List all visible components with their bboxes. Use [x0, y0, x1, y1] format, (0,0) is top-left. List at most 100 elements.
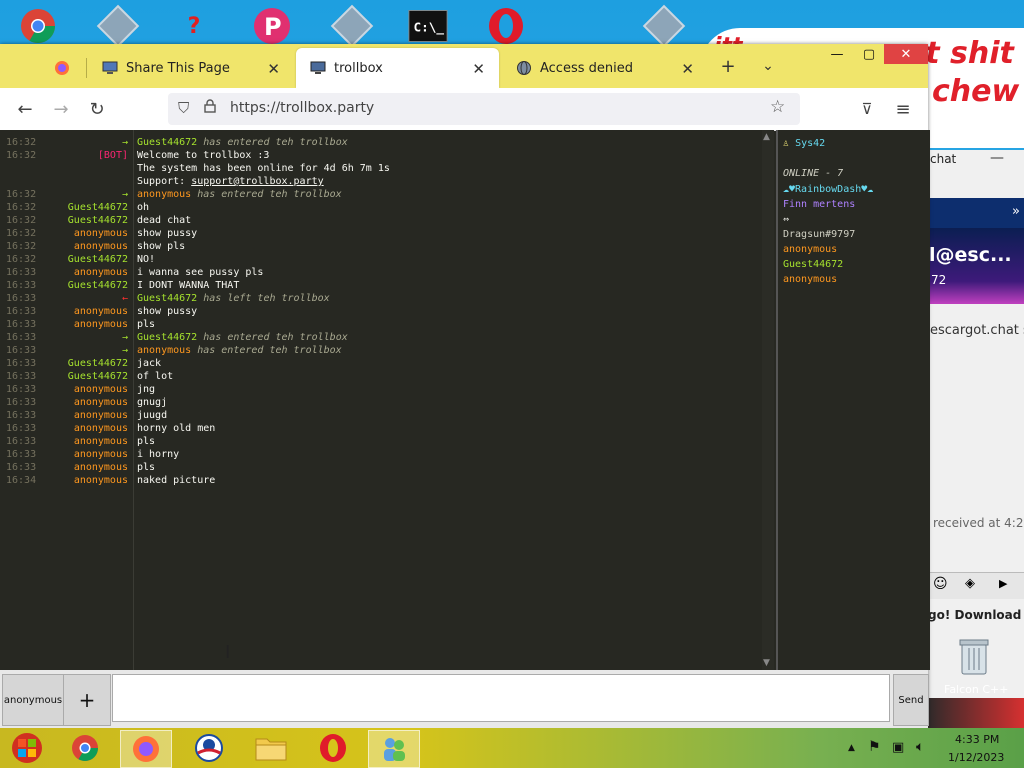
- command-prompt-icon[interactable]: C:\_: [408, 6, 448, 46]
- nickname-button[interactable]: anonymous: [2, 674, 64, 726]
- message-nick[interactable]: Guest44672: [0, 357, 128, 370]
- event-user[interactable]: anonymous: [137, 189, 191, 200]
- shortcut-icon[interactable]: [96, 4, 140, 48]
- chat-message: 16:33 → anonymous has entered teh trollbox: [0, 344, 760, 357]
- message-nick[interactable]: Guest44672: [0, 253, 128, 266]
- message-nick[interactable]: anonymous: [0, 396, 128, 409]
- message-nick[interactable]: Guest44672: [0, 279, 128, 292]
- user-list-item[interactable]: Guest44672: [783, 259, 843, 270]
- message-nick[interactable]: →: [0, 344, 128, 357]
- message-nick[interactable]: anonymous: [0, 474, 128, 487]
- minimize-button[interactable]: —: [820, 44, 854, 64]
- reload-button[interactable]: ↻: [84, 96, 110, 122]
- user-list-item[interactable]: Finn mertens: [783, 199, 855, 210]
- message-nick[interactable]: anonymous: [0, 435, 128, 448]
- p-app-icon[interactable]: P: [252, 6, 292, 46]
- scroll-down-icon[interactable]: ▼: [763, 658, 770, 668]
- menu-icon[interactable]: ≡: [890, 96, 916, 122]
- event-user[interactable]: anonymous: [137, 345, 191, 356]
- message-nick[interactable]: →: [0, 136, 128, 149]
- message-input[interactable]: [112, 674, 890, 722]
- close-icon[interactable]: ✕: [267, 60, 280, 78]
- minimize-icon[interactable]: —: [990, 150, 1004, 166]
- bookmark-star-icon[interactable]: ☆: [770, 97, 785, 117]
- message-nick[interactable]: anonymous: [0, 318, 128, 331]
- message-nick[interactable]: anonymous: [0, 227, 128, 240]
- message-nick[interactable]: [BOT]: [0, 149, 128, 162]
- tab-firefox-home[interactable]: [40, 48, 80, 88]
- scroll-up-icon[interactable]: ▲: [763, 132, 770, 142]
- shortcut-icon[interactable]: [330, 4, 374, 48]
- file-explorer-icon[interactable]: [246, 730, 296, 766]
- message-nick[interactable]: anonymous: [0, 409, 128, 422]
- arrow-right-icon[interactable]: ▶: [999, 577, 1007, 590]
- maximize-button[interactable]: ▢: [854, 44, 884, 64]
- url-bar[interactable]: ⛉ https://trollbox.party ☆: [168, 93, 800, 125]
- message-nick[interactable]: anonymous: [0, 305, 128, 318]
- start-button[interactable]: [2, 730, 52, 766]
- emoji-icon[interactable]: ☺: [933, 576, 948, 592]
- messenger-taskbar-icon[interactable]: [368, 730, 420, 768]
- user-list-item[interactable]: ☁♥RainbowDash♥☁: [783, 184, 873, 195]
- message-nick[interactable]: Guest44672: [0, 214, 128, 227]
- message-body: horny old men: [137, 423, 216, 434]
- background-text: received at 4:29: [933, 516, 1024, 530]
- event-user[interactable]: Guest44672: [137, 137, 197, 148]
- message-nick[interactable]: anonymous: [0, 461, 128, 474]
- recycle-bin-icon[interactable]: [958, 636, 990, 676]
- opera-icon[interactable]: [486, 6, 526, 46]
- shield-icon[interactable]: ⛉: [178, 99, 189, 117]
- flag-icon[interactable]: ⚑: [868, 739, 881, 755]
- event-user[interactable]: Guest44672: [137, 332, 197, 343]
- tab-share-this-page[interactable]: Share This Page ✕: [88, 48, 294, 88]
- list-tabs-button[interactable]: ⌄: [754, 52, 782, 80]
- close-icon[interactable]: ✕: [472, 60, 485, 78]
- help-icon[interactable]: ?: [174, 6, 214, 46]
- add-button[interactable]: +: [63, 674, 111, 726]
- back-button[interactable]: ←: [12, 96, 38, 122]
- clock-date[interactable]: 1/12/2023: [948, 751, 1004, 764]
- hero-subtext: 72: [931, 273, 947, 287]
- message-nick[interactable]: ←: [0, 292, 128, 305]
- tab-trollbox[interactable]: trollbox ✕: [296, 48, 499, 88]
- user-list-item[interactable]: Dragsun#9797: [783, 229, 855, 240]
- chat-scrollbar[interactable]: ▲ ▼: [762, 130, 774, 670]
- message-nick[interactable]: anonymous: [0, 240, 128, 253]
- close-icon[interactable]: ✕: [681, 60, 694, 78]
- message-nick[interactable]: Guest44672: [0, 370, 128, 383]
- tab-access-denied[interactable]: Access denied ✕: [502, 48, 708, 88]
- current-user[interactable]: ♙ Sys42: [783, 138, 825, 149]
- clock-time[interactable]: 4:33 PM: [955, 733, 999, 746]
- user-list-item[interactable]: anonymous: [783, 274, 837, 285]
- message-nick[interactable]: anonymous: [0, 422, 128, 435]
- network-icon[interactable]: ▣: [892, 740, 904, 755]
- event-user[interactable]: Guest44672: [137, 293, 197, 304]
- message-nick[interactable]: anonymous: [0, 383, 128, 396]
- forward-button[interactable]: →: [48, 96, 74, 122]
- lock-icon[interactable]: [204, 99, 216, 117]
- message-nick[interactable]: →: [0, 331, 128, 344]
- pocket-icon[interactable]: ⊽: [854, 96, 880, 122]
- show-hidden-icons-icon[interactable]: ▲: [848, 743, 855, 753]
- chat-message: 16:32 Guest44672 oh: [0, 201, 760, 214]
- volume-icon[interactable]: 🔈︎: [916, 739, 924, 755]
- message-nick[interactable]: →: [0, 188, 128, 201]
- message-nick[interactable]: anonymous: [0, 448, 128, 461]
- shortcut-icon[interactable]: [642, 4, 686, 48]
- background-toolbar: ☺ ◈ ▶: [925, 572, 1024, 599]
- chrome-taskbar-icon[interactable]: [60, 730, 110, 766]
- new-tab-button[interactable]: +: [714, 52, 742, 80]
- user-list-item[interactable]: anonymous: [783, 244, 837, 255]
- message-nick[interactable]: anonymous: [0, 266, 128, 279]
- chrome-icon[interactable]: [18, 6, 58, 46]
- firefox-taskbar-icon[interactable]: [120, 730, 172, 768]
- user-list-item[interactable]: ⇔: [783, 214, 789, 225]
- support-email-link[interactable]: support@trollbox.party: [191, 176, 323, 187]
- close-window-button[interactable]: ✕: [884, 44, 928, 64]
- send-button[interactable]: Send: [893, 674, 929, 726]
- nudge-icon[interactable]: ◈: [965, 576, 975, 591]
- opera-taskbar-icon[interactable]: [308, 730, 358, 766]
- message-nick[interactable]: Guest44672: [0, 201, 128, 214]
- campaign-taskbar-icon[interactable]: [184, 730, 234, 766]
- text-cursor-icon: I: [225, 642, 231, 663]
